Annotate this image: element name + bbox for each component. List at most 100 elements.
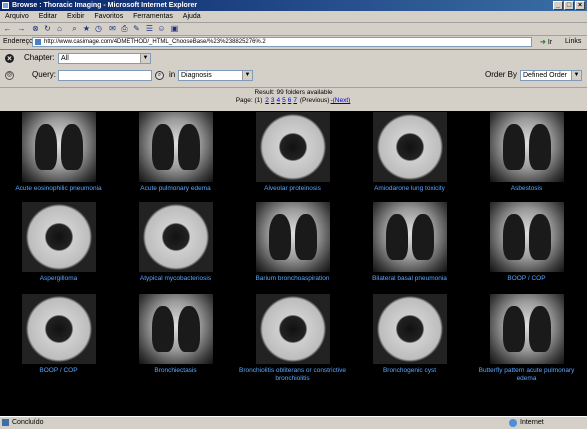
item-caption[interactable]: Bilateral basal pneumonia <box>351 275 468 283</box>
folder-item[interactable]: Bronchiectasis <box>117 294 234 375</box>
thumbnail-image[interactable] <box>255 112 330 182</box>
query-input[interactable] <box>58 70 152 81</box>
item-caption[interactable]: Butterfly pattern acute pulmonary edema <box>468 367 585 383</box>
item-caption[interactable]: Bronchiectasis <box>117 367 234 375</box>
folder-item[interactable]: Asbestosis <box>468 112 585 193</box>
item-caption[interactable]: Alveolar proteinosis <box>234 185 351 193</box>
pagination: Page: (1) 234567 (Previous)-(Next) <box>0 97 587 104</box>
menu-exibir[interactable]: Exibir <box>67 13 85 20</box>
page-link-7[interactable]: 7 <box>293 97 297 104</box>
item-caption[interactable]: BOOP / COP <box>0 367 117 375</box>
result-count: Result: 99 folders available <box>254 89 333 96</box>
in-label: in <box>169 70 176 79</box>
menu-arquivo[interactable]: Arquivo <box>5 13 29 20</box>
mail-icon[interactable]: ✉ <box>108 24 117 33</box>
close-button[interactable]: × <box>575 1 585 10</box>
info-circle-icon[interactable]: ◎ <box>5 71 14 80</box>
folder-item[interactable]: Acute eosinophilic pneumonia <box>0 112 117 193</box>
menu-editar[interactable]: Editar <box>39 13 57 20</box>
messenger-icon[interactable]: ☺ <box>157 24 166 33</box>
thumbnail-image[interactable] <box>255 202 330 272</box>
item-caption[interactable]: Asbestosis <box>468 185 585 193</box>
field-select[interactable]: Diagnosis ▼ <box>178 70 253 81</box>
item-caption[interactable]: Acute pulmonary edema <box>117 185 234 193</box>
page-link-6[interactable]: 6 <box>288 97 292 104</box>
item-caption[interactable]: Amiodarone lung toxicity <box>351 185 468 193</box>
toolbar: ← → ⊗ ↻ ⌂ ⌕ ★ ◷ ✉ ⎙ ✎ ☰ ☺ ▣ <box>0 22 587 36</box>
folder-item[interactable]: BOOP / COP <box>468 202 585 283</box>
folder-item[interactable]: Bronchogenic cyst <box>351 294 468 375</box>
links-button[interactable]: Links <box>565 38 581 45</box>
thumbnail-image[interactable] <box>489 112 564 182</box>
page-link-4[interactable]: 4 <box>277 97 281 104</box>
item-caption[interactable]: BOOP / COP <box>468 275 585 283</box>
history-icon[interactable]: ◷ <box>94 24 103 33</box>
page-content: × Chapter: All ▼ ◎ Query: ⌕ in Diagnosis… <box>0 50 587 416</box>
status-text: Concluído <box>12 419 44 426</box>
previous-link[interactable]: (Previous) <box>300 97 330 104</box>
menu-favoritos[interactable]: Favoritos <box>94 13 123 20</box>
page-icon <box>35 39 41 45</box>
folder-item[interactable]: Acute pulmonary edema <box>117 112 234 193</box>
thumbnail-image[interactable] <box>372 202 447 272</box>
item-caption[interactable]: Aspergilloma <box>0 275 117 283</box>
thumbnail-image[interactable] <box>372 294 447 364</box>
media-icon[interactable]: ▣ <box>170 24 179 33</box>
favorites-icon[interactable]: ★ <box>82 24 91 33</box>
next-link[interactable]: -(Next) <box>330 97 350 104</box>
close-circle-icon[interactable]: × <box>5 54 14 63</box>
search-icon[interactable]: ⌕ <box>70 24 79 33</box>
thumbnail-image[interactable] <box>372 112 447 182</box>
menu-ajuda[interactable]: Ajuda <box>183 13 201 20</box>
folder-item[interactable]: Butterfly pattern acute pulmonary edema <box>468 294 585 383</box>
item-caption[interactable]: Bronchogenic cyst <box>351 367 468 375</box>
print-icon[interactable]: ⎙ <box>120 24 129 33</box>
thumbnail-image[interactable] <box>489 202 564 272</box>
search-button-icon[interactable]: ⌕ <box>155 71 164 80</box>
orderby-select[interactable]: Defined Order ▼ <box>520 70 582 81</box>
page-link-2[interactable]: 2 <box>265 97 269 104</box>
thumbnail-image[interactable] <box>138 112 213 182</box>
thumbnail-image[interactable] <box>138 294 213 364</box>
back-icon[interactable]: ← <box>3 24 12 33</box>
forward-icon[interactable]: → <box>17 24 26 33</box>
go-button[interactable]: ➜ Ir <box>540 38 552 46</box>
stop-icon[interactable]: ⊗ <box>31 24 40 33</box>
menu-ferramentas[interactable]: Ferramentas <box>133 13 173 20</box>
orderby-value: Defined Order <box>523 72 567 79</box>
thumbnail-image[interactable] <box>489 294 564 364</box>
zone-text: Internet <box>520 419 544 426</box>
item-caption[interactable]: Atypical mycobacteriosis <box>117 275 234 283</box>
folder-item[interactable]: Alveolar proteinosis <box>234 112 351 193</box>
item-caption[interactable]: Bronchiolitis obliterans or constrictive… <box>234 367 351 383</box>
folder-item[interactable]: Bronchiolitis obliterans or constrictive… <box>234 294 351 383</box>
refresh-icon[interactable]: ↻ <box>43 24 52 33</box>
page-link-3[interactable]: 3 <box>271 97 275 104</box>
url-field[interactable]: http://www.casimage.com/4DMETHOD/_HTML_C… <box>32 37 532 47</box>
folder-item[interactable]: Bilateral basal pneumonia <box>351 202 468 283</box>
item-caption[interactable]: Barium bronchoaspiration <box>234 275 351 283</box>
chapter-select[interactable]: All ▼ <box>58 53 151 64</box>
query-label: Query: <box>32 70 57 79</box>
home-icon[interactable]: ⌂ <box>55 24 64 33</box>
item-caption[interactable]: Acute eosinophilic pneumonia <box>0 185 117 193</box>
folder-item[interactable]: Barium bronchoaspiration <box>234 202 351 283</box>
maximize-button[interactable]: □ <box>564 1 574 10</box>
edit-icon[interactable]: ✎ <box>132 24 141 33</box>
folder-item[interactable]: Aspergilloma <box>0 202 117 283</box>
thumbnail-image[interactable] <box>21 202 96 272</box>
chapter-value: All <box>61 55 69 62</box>
thumbnail-image[interactable] <box>21 112 96 182</box>
internet-zone-icon <box>509 419 517 427</box>
url-text: http://www.casimage.com/4DMETHOD/_HTML_C… <box>44 39 266 45</box>
thumbnail-image[interactable] <box>138 202 213 272</box>
folder-item[interactable]: BOOP / COP <box>0 294 117 375</box>
thumbnail-image[interactable] <box>21 294 96 364</box>
thumbnail-image[interactable] <box>255 294 330 364</box>
folder-item[interactable]: Atypical mycobacteriosis <box>117 202 234 283</box>
page-status-icon <box>2 419 9 426</box>
discuss-icon[interactable]: ☰ <box>145 24 154 33</box>
page-link-5[interactable]: 5 <box>282 97 286 104</box>
folder-item[interactable]: Amiodarone lung toxicity <box>351 112 468 193</box>
minimize-button[interactable]: _ <box>553 1 563 10</box>
